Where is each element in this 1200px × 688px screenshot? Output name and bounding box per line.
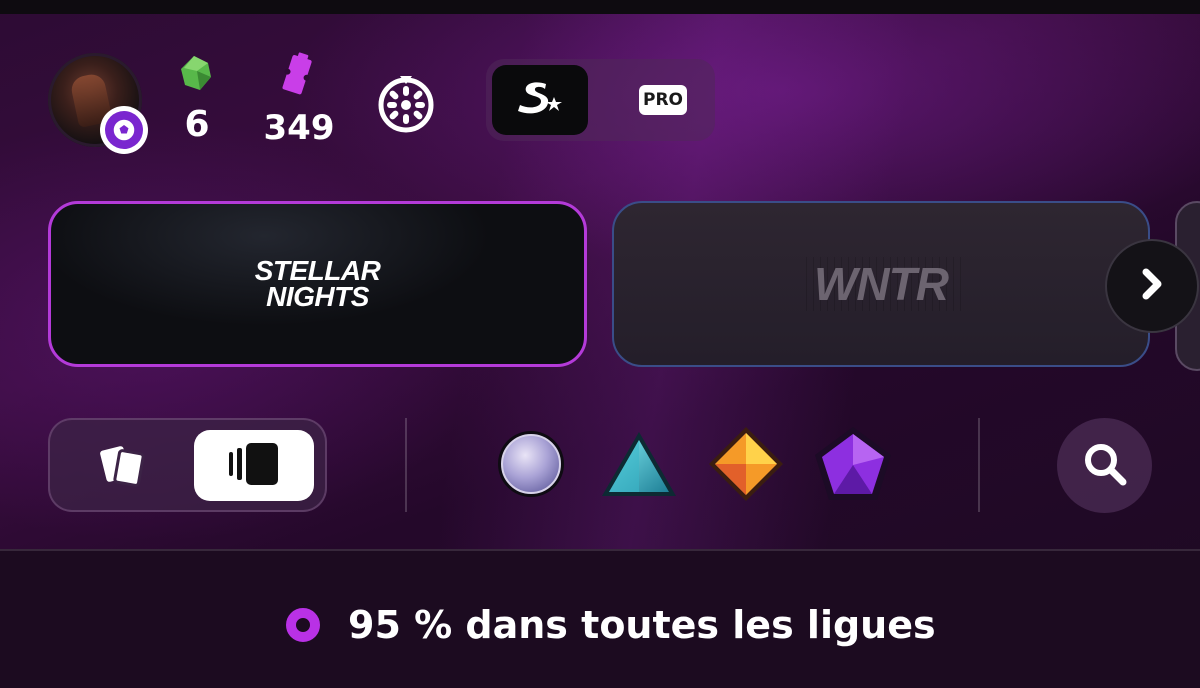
wheel-icon[interactable]: [376, 73, 436, 137]
gem-icon: [180, 55, 212, 95]
s-mode-button[interactable]: [492, 65, 588, 135]
gem-count: 6: [184, 104, 210, 145]
league-card-stellar-nights[interactable]: STELLAR NIGHTS: [48, 201, 587, 367]
progress-ring-icon: [286, 608, 320, 642]
cards-view-button[interactable]: [92, 442, 152, 492]
ticket-icon: [278, 52, 318, 102]
stack-view-button[interactable]: [194, 430, 314, 501]
cards-icon: [97, 442, 147, 492]
stellar-nights-logo: STELLAR NIGHTS: [254, 255, 381, 312]
mode-toggle: PRO: [486, 59, 715, 141]
league-card-wntr[interactable]: WNTR: [612, 201, 1150, 367]
pro-mode-button[interactable]: PRO: [639, 85, 687, 115]
purple-pentagon-icon: [813, 425, 893, 507]
search-icon: [1080, 439, 1130, 493]
pearl-circle-icon: [495, 428, 567, 504]
rarity-diamond-filter[interactable]: [707, 425, 785, 507]
chevron-right-icon: [1137, 267, 1167, 305]
status-bar-strip: [0, 0, 1200, 14]
soccer-ball-icon: [100, 106, 148, 154]
completion-row: 95 % dans toutes les ligues: [286, 600, 936, 650]
ticket-count: 349: [263, 108, 335, 148]
s-logo-icon: [514, 78, 566, 122]
completion-text: 95 % dans toutes les ligues: [348, 603, 936, 647]
cyan-triangle-icon: [599, 428, 679, 504]
search-button[interactable]: [1057, 418, 1152, 513]
wntr-logo: WNTR: [800, 257, 962, 311]
rarity-pentagon-filter[interactable]: [813, 425, 893, 507]
view-toggle: [48, 418, 327, 512]
orange-diamond-icon: [707, 425, 785, 507]
rarity-triangle-filter[interactable]: [601, 428, 677, 504]
divider: [978, 418, 980, 512]
divider: [405, 418, 407, 512]
next-league-button[interactable]: [1105, 239, 1199, 333]
rarity-circle-filter[interactable]: [493, 428, 569, 504]
stack-view-icon: [227, 442, 281, 490]
